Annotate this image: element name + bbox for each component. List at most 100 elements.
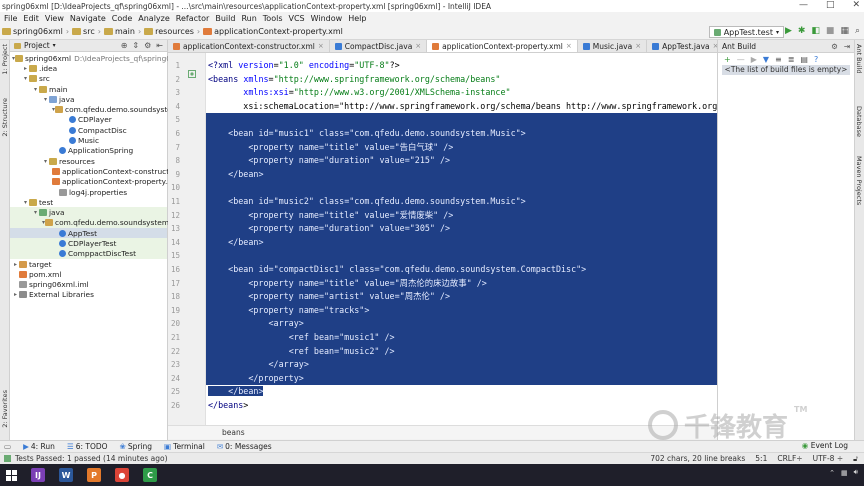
editor-tab[interactable]: applicationContext-property.xml × [427, 40, 578, 52]
database-tool-tab[interactable]: Database [855, 106, 863, 137]
menu-file[interactable]: File [4, 14, 17, 23]
volume-icon[interactable]: 🔊︎ [854, 468, 858, 477]
code-line[interactable]: <property name="title" value="爱情废柴" /> [206, 208, 717, 223]
code-line[interactable]: </bean> [206, 167, 717, 182]
code-line[interactable]: <property name="title" value="周杰伦的床边故事" … [206, 276, 717, 291]
code-line[interactable]: <ref bean="music2" /> [206, 344, 717, 359]
tree-item[interactable]: ▾ com.qfedu.demo.soundsystem [10, 217, 169, 229]
properties-icon[interactable]: ▤ [800, 55, 808, 64]
gear-icon[interactable]: ⚙ [144, 41, 151, 50]
tree-item[interactable]: ▾ test [10, 197, 167, 207]
menu-edit[interactable]: Edit [23, 14, 39, 23]
tree-item[interactable]: ▾ src [10, 74, 167, 84]
tree-item[interactable]: spring06xml.iml [10, 280, 167, 290]
editor-tab[interactable]: AppTest.java × [647, 40, 725, 52]
tree-item[interactable]: ▸ External Libraries [10, 290, 167, 300]
code-line[interactable]: xsi:schemaLocation="http://www.springfra… [206, 100, 727, 114]
expand-icon[interactable]: ≡ [775, 55, 782, 64]
gear-icon[interactable]: ⚙ [831, 42, 838, 51]
tree-item[interactable]: ComppactDiscTest [10, 248, 167, 259]
close-icon[interactable]: × [415, 42, 421, 50]
help-icon[interactable]: ? [814, 55, 818, 64]
run-config-select[interactable]: AppTest.test ▾ [708, 26, 784, 38]
tool-window-todo[interactable]: ☰ 6: TODO [67, 442, 108, 451]
tool-window-spring[interactable]: ❀ Spring [120, 442, 153, 451]
chevron-icon[interactable]: ▾ [32, 209, 39, 216]
code-line[interactable]: </property> [206, 371, 717, 386]
chevron-icon[interactable]: ▸ [12, 261, 19, 268]
editor-tab[interactable]: CompactDisc.java × [330, 40, 428, 52]
chevron-icon[interactable]: ▸ [12, 291, 19, 298]
code-line[interactable]: <bean id="compactDisc1" class="com.qfedu… [206, 263, 717, 277]
editor-tab[interactable]: applicationContext-constructor.xml × [168, 40, 330, 52]
breadcrumb-item[interactable]: resources [144, 27, 194, 36]
code-line[interactable]: xmlns:xsi="http://www.w3.org/2001/XMLSch… [206, 86, 510, 100]
word-app-icon[interactable]: W [59, 468, 73, 482]
menu-vcs[interactable]: VCS [289, 14, 305, 23]
menu-refactor[interactable]: Refactor [176, 14, 210, 23]
code-line[interactable]: <array> [206, 317, 717, 331]
favorites-tool-tab[interactable]: 2: Favorites [1, 390, 9, 428]
add-icon[interactable]: + [724, 55, 731, 64]
code-line[interactable]: <ref bean="music1" /> [206, 331, 717, 345]
menu-analyze[interactable]: Analyze [138, 14, 170, 23]
chevron-icon[interactable]: ▾ [32, 86, 39, 93]
debug-icon[interactable]: ✱ [798, 26, 806, 36]
hide-icon[interactable]: ⇤ [156, 41, 163, 50]
tree-item[interactable]: ▾ main [10, 84, 167, 94]
code-line[interactable]: <property name="duration" value="305" /> [206, 222, 717, 236]
menu-tools[interactable]: Tools [263, 14, 283, 23]
chevron-icon[interactable]: ▾ [42, 158, 49, 165]
code-line[interactable]: <property name="artist" value="周杰伦" /> [206, 290, 717, 304]
tree-item[interactable]: applicationContext-constructor.xml [10, 166, 192, 176]
code-line[interactable] [206, 113, 717, 127]
tree-item[interactable]: CompactDisc [10, 125, 167, 135]
tool-window-terminal[interactable]: ▣ Terminal [164, 442, 205, 451]
project-structure-icon[interactable]: ▦ [840, 26, 849, 36]
cursor-position[interactable]: 5:1 [755, 454, 767, 464]
tree-item[interactable]: AppTest [10, 228, 167, 239]
code-line[interactable]: <bean id="music2" class="com.qfedu.demo.… [206, 195, 717, 209]
breadcrumb-item[interactable]: src [72, 27, 95, 36]
code-line[interactable]: </bean> [206, 235, 717, 250]
tray-chevron-icon[interactable]: ⌃ [829, 469, 835, 477]
code-line[interactable]: <property name="duration" value="215" /> [206, 154, 717, 168]
code-line[interactable]: </beans> [206, 399, 248, 413]
editor-tab[interactable]: Music.java × [578, 40, 648, 52]
code-line[interactable] [206, 181, 717, 195]
collapse-icon[interactable]: ≣ [788, 55, 795, 64]
code-line[interactable]: <bean id="music1" class="com.qfedu.demo.… [206, 127, 717, 141]
minimize-button[interactable]: — [799, 0, 808, 10]
line-separator[interactable]: CRLF÷ [777, 454, 802, 464]
tree-item[interactable]: ▾ spring06xml D:\IdeaProjects_qf\spring06x… [10, 53, 189, 63]
structure-tool-tab[interactable]: 2: Structure [1, 98, 9, 137]
tree-item[interactable]: CDPlayer [10, 115, 167, 125]
close-icon[interactable]: × [566, 42, 572, 50]
code-area[interactable]: <?xml version="1.0" encoding="UTF-8"?> <b… [206, 53, 727, 425]
chevron-icon[interactable]: ▾ [22, 199, 29, 206]
close-icon[interactable]: × [318, 42, 324, 50]
coverage-icon[interactable]: ◧ [811, 26, 820, 36]
close-window-button[interactable]: ✕ [852, 0, 860, 10]
search-icon[interactable]: ⌕ [855, 26, 860, 36]
layout-icon[interactable]: ▭ [4, 442, 11, 451]
network-icon[interactable]: ▦ [841, 469, 848, 477]
camtasia-app-icon[interactable]: C [143, 468, 157, 482]
tree-item[interactable]: ▾ java [10, 207, 167, 218]
remove-icon[interactable]: — [737, 55, 745, 64]
collapse-icon[interactable]: ⇕ [132, 41, 139, 50]
windows-start-icon[interactable] [6, 469, 17, 481]
chevron-icon[interactable]: ▾ [22, 75, 29, 82]
code-line[interactable] [206, 249, 717, 263]
menu-window[interactable]: Window [311, 14, 343, 23]
tree-item[interactable]: applicationContext-property.xml [10, 177, 181, 187]
tree-item[interactable]: ▾ com.qfedu.demo.soundsystem [10, 104, 179, 114]
tree-item[interactable]: ▾ java [10, 94, 167, 104]
intellij-app-icon[interactable]: IJ [31, 468, 45, 482]
tree-item[interactable]: pom.xml [10, 269, 167, 279]
tree-item[interactable]: Music [10, 135, 167, 145]
code-line[interactable]: </array> [206, 358, 717, 372]
menu-view[interactable]: View [45, 14, 64, 23]
tree-item[interactable]: ▸ target [10, 259, 167, 269]
run-icon[interactable]: ▶ [785, 26, 792, 36]
